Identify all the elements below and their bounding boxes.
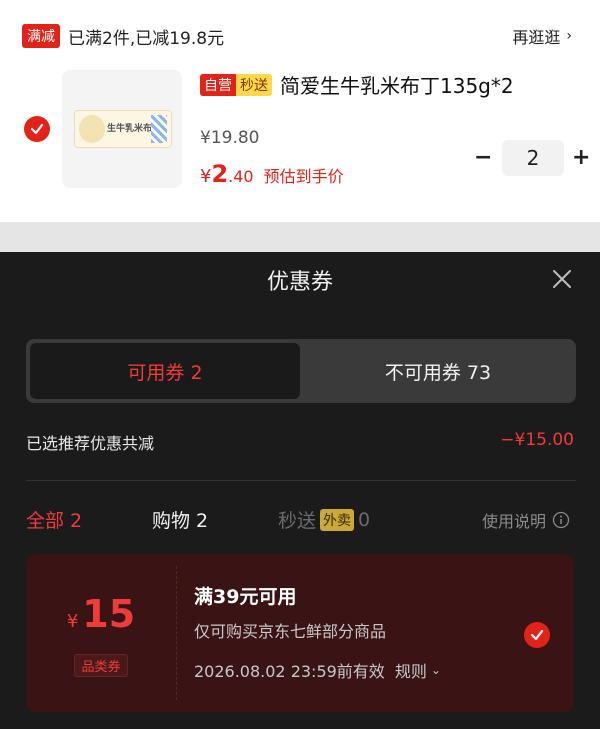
promo-text: 已满2件,已减19.8元	[68, 28, 225, 49]
product-image[interactable]: 生牛乳米布丁	[62, 70, 182, 188]
page: 满减 已满2件,已减19.8元 再逛逛 › 生牛乳米布丁 自营 秒送 简爱生牛乳…	[0, 0, 600, 729]
divider	[26, 480, 576, 481]
filter-fast-delivery[interactable]: 秒送 外卖 0	[278, 506, 370, 533]
filter-all[interactable]: 全部 2	[26, 506, 82, 533]
close-icon	[553, 270, 571, 288]
saving-label: 已选推荐优惠共减	[26, 434, 155, 453]
checkmark-icon	[530, 629, 544, 641]
self-operated-badge: 自营	[200, 73, 236, 96]
coupon-rules-link[interactable]: 规则 ⌄	[395, 658, 441, 682]
item-select-checkbox[interactable]	[24, 116, 50, 142]
quantity-increase-button[interactable]: +	[572, 145, 590, 170]
coupon-sheet: 优惠券 可用券 2 不可用券 73 已选推荐优惠共减 −¥15.00 全部 2 …	[0, 252, 600, 729]
product-title-row[interactable]: 自营 秒送 简爱生牛乳米布丁135g*2	[200, 70, 514, 99]
final-price-decimal: .40	[228, 167, 254, 186]
cart-section: 满减 已满2件,已减19.8元 再逛逛 › 生牛乳米布丁 自营 秒送 简爱生牛乳…	[0, 0, 600, 222]
quantity-decrease-button[interactable]: −	[474, 145, 492, 170]
final-price-note: 预估到手价	[263, 167, 344, 186]
coupon-card[interactable]: ¥ 15 品类券 满39元可用 仅可购买京东七鲜部分商品 2026.08.02 …	[26, 554, 574, 712]
product-title: 简爱生牛乳米布丁135g*2	[280, 74, 514, 98]
coupon-condition: 满39元可用	[194, 586, 297, 608]
coupon-amount: ¥ 15	[67, 592, 135, 636]
coupon-select-checkbox[interactable]	[524, 622, 550, 648]
coupon-scope: 仅可购买京东七鲜部分商品	[194, 622, 387, 641]
coupon-tabs: 可用券 2 不可用券 73	[26, 339, 576, 403]
promo-tag: 满减	[22, 24, 60, 48]
final-price: ¥ 2 .40 预估到手价	[200, 160, 344, 188]
fast-delivery-badge: 秒送	[236, 73, 272, 96]
sheet-title: 优惠券	[266, 270, 333, 295]
close-button[interactable]	[550, 267, 574, 291]
chevron-right-icon: ›	[566, 28, 572, 44]
filter-fast-count: 0	[358, 508, 371, 531]
coupon-rules-label: 规则	[394, 662, 427, 681]
chevron-down-icon: ⌄	[430, 663, 441, 677]
info-icon	[552, 511, 570, 529]
product-package: 生牛乳米布丁	[74, 110, 172, 148]
tab-unavailable[interactable]: 不可用券 73	[304, 343, 572, 399]
browse-more-label: 再逛逛	[512, 28, 561, 47]
coupon-validity: 2026.08.02 23:59前有效	[194, 662, 385, 681]
usage-instructions-link[interactable]: 使用说明	[482, 508, 570, 532]
final-price-currency: ¥	[200, 166, 212, 187]
pudding-graphic	[79, 115, 105, 143]
final-price-integer: 2	[211, 160, 229, 188]
coupon-category-tag: 品类券	[74, 654, 128, 677]
coupon-separator	[176, 566, 177, 700]
tab-available[interactable]: 可用券 2	[30, 343, 300, 399]
saving-amount: −¥15.00	[500, 430, 574, 450]
promo-bar: 满减 已满2件,已减19.8元	[22, 24, 225, 49]
coupon-currency: ¥	[66, 611, 79, 632]
original-price: ¥19.80	[200, 128, 260, 148]
coupon-filters: 全部 2 购物 2 秒送 外卖 0 使用说明	[26, 506, 576, 536]
takeout-badge: 外卖	[320, 508, 355, 531]
quantity-input[interactable]: 2	[502, 140, 564, 176]
checkmark-icon	[30, 123, 44, 135]
package-pattern	[151, 115, 167, 143]
browse-more-link[interactable]: 再逛逛 ›	[512, 24, 572, 48]
coupon-value-panel: ¥ 15 品类券	[26, 554, 176, 712]
coupon-value: 15	[82, 592, 136, 636]
usage-instructions-label: 使用说明	[481, 512, 546, 531]
coupon-validity-row: 2026.08.02 23:59前有效 规则 ⌄	[194, 658, 441, 682]
filter-fast-label: 秒送	[278, 510, 317, 532]
filter-shopping[interactable]: 购物 2	[152, 506, 208, 533]
